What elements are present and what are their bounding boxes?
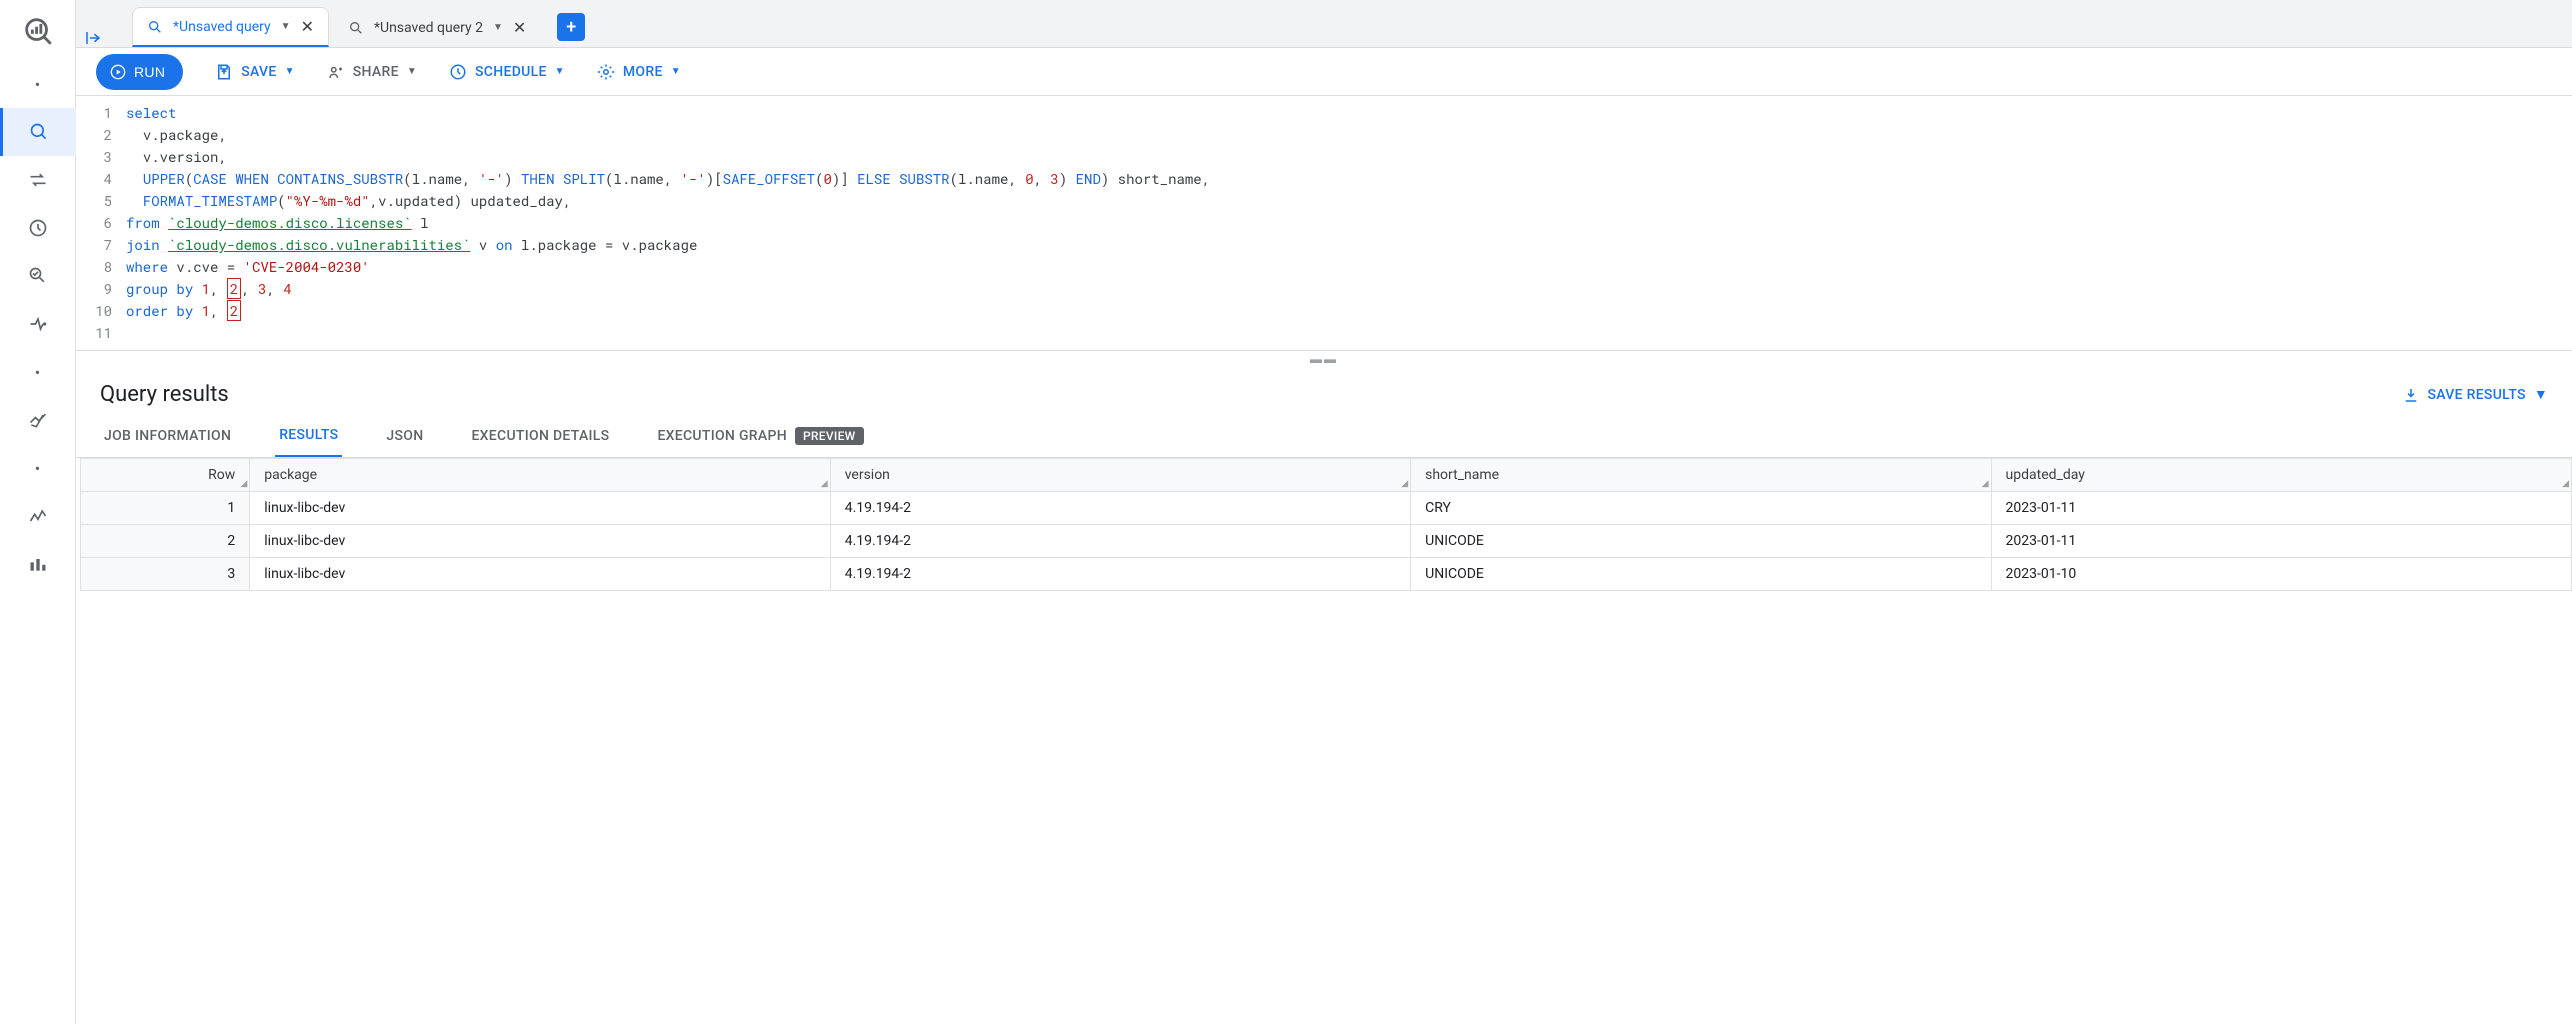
results-title: Query results bbox=[100, 382, 229, 407]
col-short-name[interactable]: short_name◢ bbox=[1411, 459, 1991, 492]
results-table: Row◢ package◢ version◢ short_name◢ updat… bbox=[80, 458, 2572, 591]
play-icon bbox=[110, 64, 126, 80]
rail-bi-engine[interactable] bbox=[0, 300, 76, 348]
col-version[interactable]: version◢ bbox=[830, 459, 1410, 492]
rail-separator bbox=[0, 60, 76, 108]
tab-execution-graph-label: EXECUTION GRAPH bbox=[657, 428, 787, 444]
add-tab-button[interactable]: + bbox=[557, 13, 585, 41]
tab-label: *Unsaved query 2 bbox=[374, 20, 483, 36]
rail-separator-3 bbox=[0, 444, 76, 492]
workspace: *Unsaved query ▼ ✕ *Unsaved query 2 ▼ ✕ … bbox=[76, 0, 2572, 1024]
schedule-button[interactable]: SCHEDULE ▼ bbox=[449, 63, 565, 81]
tab-close-icon[interactable]: ✕ bbox=[301, 17, 314, 36]
bigquery-logo bbox=[19, 12, 57, 50]
share-label: SHARE bbox=[353, 64, 399, 80]
rail-admin[interactable] bbox=[0, 396, 76, 444]
rail-capacity[interactable] bbox=[0, 540, 76, 588]
rail-reservations[interactable] bbox=[0, 252, 76, 300]
caret-icon: ▼ bbox=[555, 66, 565, 77]
tab-job-information[interactable]: JOB INFORMATION bbox=[100, 415, 235, 457]
tab-unsaved-query-1[interactable]: *Unsaved query ▼ ✕ bbox=[132, 7, 329, 47]
save-results-label: SAVE RESULTS bbox=[2428, 387, 2526, 403]
rail-sql-workspace[interactable] bbox=[0, 108, 76, 156]
resize-handle[interactable]: ▬▬ bbox=[76, 350, 2572, 366]
results-header: Query results SAVE RESULTS ▼ bbox=[76, 366, 2572, 415]
sql-editor[interactable]: 1select 2 v.package, 3 v.version, 4 UPPE… bbox=[76, 96, 2572, 350]
tab-label: *Unsaved query bbox=[173, 19, 271, 35]
tab-close-icon[interactable]: ✕ bbox=[513, 18, 526, 37]
save-icon bbox=[215, 63, 233, 81]
tab-execution-graph[interactable]: EXECUTION GRAPH PREVIEW bbox=[653, 415, 867, 457]
collapse-explorer-icon[interactable] bbox=[84, 29, 102, 47]
save-button[interactable]: SAVE ▼ bbox=[215, 63, 295, 81]
caret-icon: ▼ bbox=[2534, 386, 2548, 403]
results-tabs: JOB INFORMATION RESULTS JSON EXECUTION D… bbox=[76, 415, 2572, 458]
preview-badge: PREVIEW bbox=[795, 427, 864, 445]
share-button[interactable]: SHARE ▼ bbox=[327, 63, 417, 81]
table-row[interactable]: 1 linux-libc-dev 4.19.194-2 CRY 2023-01-… bbox=[81, 492, 2572, 525]
share-icon bbox=[327, 63, 345, 81]
tab-json[interactable]: JSON bbox=[382, 415, 427, 457]
tab-menu-caret[interactable]: ▼ bbox=[281, 21, 291, 32]
col-row[interactable]: Row◢ bbox=[81, 459, 250, 492]
rail-monitoring[interactable] bbox=[0, 492, 76, 540]
run-label: RUN bbox=[134, 64, 165, 80]
col-updated-day[interactable]: updated_day◢ bbox=[1991, 459, 2571, 492]
save-results-button[interactable]: SAVE RESULTS ▼ bbox=[2402, 386, 2549, 404]
gear-icon bbox=[597, 63, 615, 81]
caret-icon: ▼ bbox=[285, 66, 295, 77]
query-icon bbox=[147, 19, 163, 35]
col-package[interactable]: package◢ bbox=[250, 459, 830, 492]
tab-results[interactable]: RESULTS bbox=[275, 415, 342, 457]
rail-scheduled[interactable] bbox=[0, 204, 76, 252]
save-label: SAVE bbox=[241, 64, 276, 80]
schedule-label: SCHEDULE bbox=[475, 64, 547, 80]
more-label: MORE bbox=[623, 64, 663, 80]
query-icon bbox=[348, 20, 364, 36]
schedule-icon bbox=[449, 63, 467, 81]
caret-icon: ▼ bbox=[407, 66, 417, 77]
rail-separator-2 bbox=[0, 348, 76, 396]
run-button[interactable]: RUN bbox=[96, 54, 183, 90]
download-icon bbox=[2402, 386, 2420, 404]
more-button[interactable]: MORE ▼ bbox=[597, 63, 681, 81]
tab-menu-caret[interactable]: ▼ bbox=[493, 22, 503, 33]
rail-transfers[interactable] bbox=[0, 156, 76, 204]
table-row[interactable]: 2 linux-libc-dev 4.19.194-2 UNICODE 2023… bbox=[81, 525, 2572, 558]
table-row[interactable]: 3 linux-libc-dev 4.19.194-2 UNICODE 2023… bbox=[81, 558, 2572, 591]
left-nav-rail bbox=[0, 0, 76, 1024]
tab-unsaved-query-2[interactable]: *Unsaved query 2 ▼ ✕ bbox=[333, 7, 541, 47]
query-toolbar: RUN SAVE ▼ SHARE ▼ SCHEDULE bbox=[76, 48, 2572, 96]
query-tabs: *Unsaved query ▼ ✕ *Unsaved query 2 ▼ ✕ … bbox=[76, 0, 2572, 48]
tab-execution-details[interactable]: EXECUTION DETAILS bbox=[467, 415, 613, 457]
caret-icon: ▼ bbox=[671, 66, 681, 77]
